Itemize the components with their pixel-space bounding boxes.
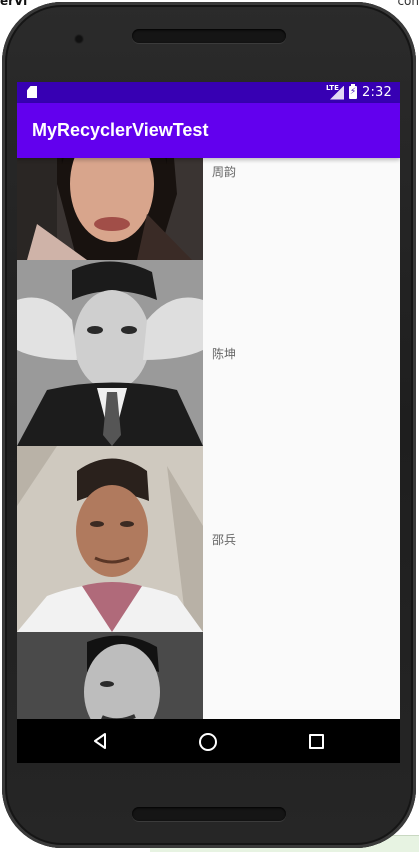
ide-background-text-right: con <box>397 0 419 8</box>
front-camera-icon <box>74 34 84 44</box>
recents-square-icon[interactable] <box>309 734 324 749</box>
portrait-photo <box>17 446 203 632</box>
list-item[interactable] <box>17 632 400 719</box>
recycler-view-list[interactable]: 周韵 陈坤 邵兵 <box>17 158 400 719</box>
desktop: erVi con LTE 2:32 MyRecyclerVie <box>0 0 419 852</box>
status-time: 2:32 <box>362 85 392 100</box>
status-icons: LTE 2:32 <box>326 82 392 103</box>
portrait-photo <box>17 158 203 260</box>
lte-signal-icon: LTE <box>326 83 344 100</box>
item-name: 邵兵 <box>212 532 237 547</box>
status-bar: LTE 2:32 <box>17 82 400 103</box>
list-item[interactable]: 周韵 <box>17 158 400 260</box>
app-title: MyRecyclerViewTest <box>32 120 209 140</box>
list-item[interactable]: 陈坤 <box>17 260 400 446</box>
ide-background-text: erVi <box>0 0 28 8</box>
portrait-photo <box>17 260 203 446</box>
emulator-phone-frame: LTE 2:32 MyRecyclerViewTest <box>2 2 416 848</box>
navigation-bar <box>17 719 400 763</box>
portrait-photo <box>17 632 203 719</box>
top-speaker-grille <box>132 29 286 43</box>
back-triangle-icon[interactable] <box>93 733 107 749</box>
network-type-label: LTE <box>326 83 339 92</box>
list-item[interactable]: 邵兵 <box>17 446 400 632</box>
bottom-speaker-grille <box>132 807 286 821</box>
home-circle-icon[interactable] <box>199 733 217 751</box>
sd-card-icon <box>27 86 37 98</box>
device-screen: LTE 2:32 MyRecyclerViewTest <box>17 82 400 763</box>
item-name: 周韵 <box>212 165 237 179</box>
battery-charging-icon <box>349 84 357 99</box>
item-name: 陈坤 <box>212 346 237 361</box>
app-toolbar: MyRecyclerViewTest <box>17 103 400 158</box>
